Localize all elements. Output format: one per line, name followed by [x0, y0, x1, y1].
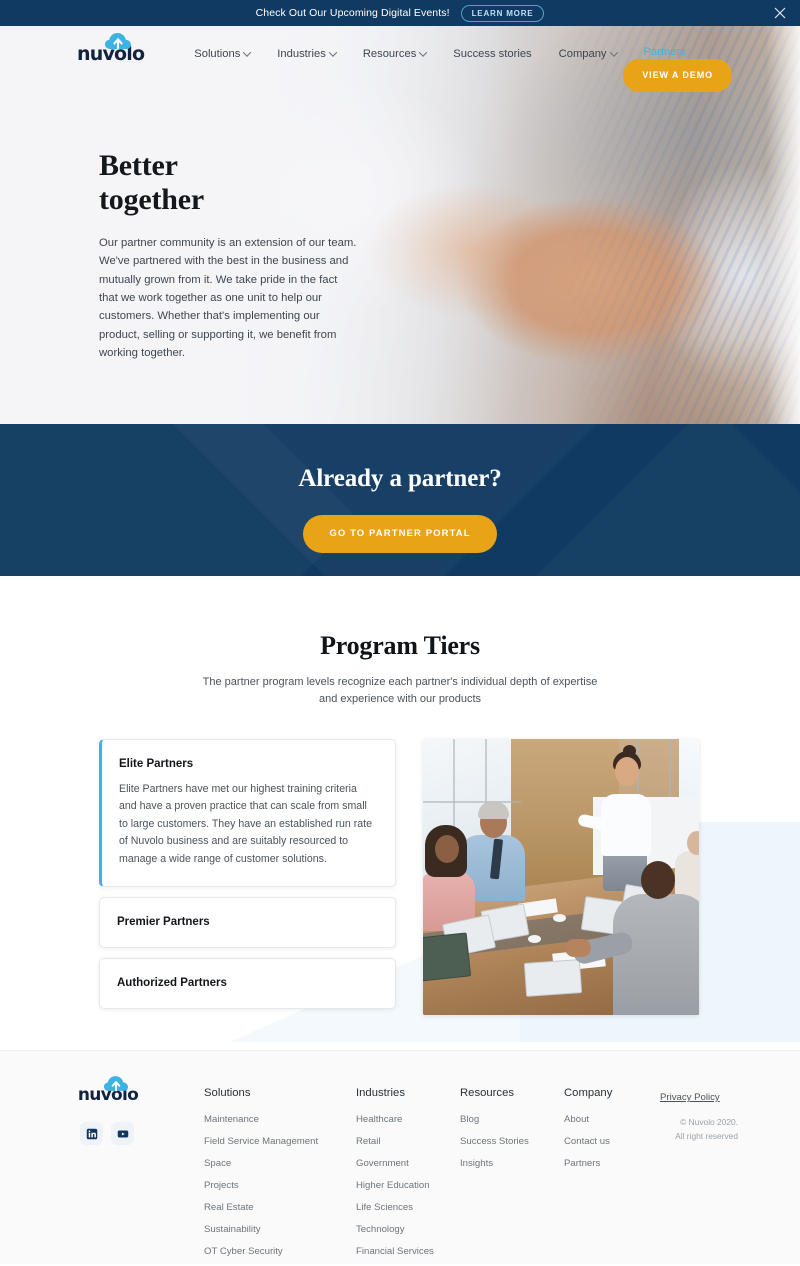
footer-link[interactable]: Blog: [460, 1114, 564, 1125]
copyright-line-1: © Nuvolo 2020.: [680, 1117, 738, 1127]
footer-link[interactable]: Higher Education: [356, 1180, 460, 1191]
accordion-item-premier-partners[interactable]: Premier Partners: [99, 896, 396, 948]
cloud-upload-icon: [104, 1076, 128, 1097]
announcement-text: Check Out Our Upcoming Digital Events!: [255, 7, 450, 19]
program-tiers-subtitle: The partner program levels recognize eac…: [202, 676, 598, 706]
footer-link[interactable]: Technology: [356, 1224, 460, 1235]
hero-body-text: Our partner community is an extension of…: [99, 237, 357, 359]
nav-item-label: Resources: [362, 48, 417, 60]
hero-right-fade: [766, 26, 800, 424]
tiers-header: Program Tiers The partner program levels…: [0, 576, 800, 709]
footer-social-links: [80, 1122, 158, 1145]
privacy-policy-link[interactable]: Privacy Policy: [660, 1092, 720, 1103]
tiers-accordion: Elite Partners Elite Partners have met o…: [99, 738, 396, 1019]
copyright-text: © Nuvolo 2020. All right reserved: [660, 1116, 738, 1144]
footer-column-resources: Resources Blog Success Stories Insights: [460, 1087, 564, 1266]
nav-item-label: Company: [558, 48, 607, 60]
go-to-partner-portal-button[interactable]: GO TO PARTNER PORTAL: [303, 515, 497, 553]
accordion-title: Premier Partners: [117, 915, 210, 928]
chevron-down-icon: [419, 48, 428, 57]
chevron-down-icon: [328, 48, 338, 57]
footer-link[interactable]: Field Service Management: [204, 1136, 356, 1147]
footer-link[interactable]: Real Estate: [204, 1202, 356, 1213]
footer-brand: nuvolo: [78, 1076, 158, 1145]
footer-column-solutions: Solutions Maintenance Field Service Mana…: [204, 1087, 356, 1266]
site-footer: nuvolo Solutions Maintenance Field Servi…: [0, 1050, 800, 1264]
accordion-item-authorized-partners[interactable]: Authorized Partners: [99, 957, 396, 1009]
hero-title: Better together: [99, 149, 357, 216]
footer-link[interactable]: Maintenance: [204, 1114, 356, 1125]
hero-title-line-2: together: [99, 182, 205, 216]
accordion-title: Authorized Partners: [117, 976, 227, 989]
footer-link[interactable]: OT Cyber Security: [204, 1246, 356, 1257]
conference-room-meeting-image: [423, 738, 699, 1015]
close-icon[interactable]: [772, 5, 788, 21]
already-a-partner-band: Already a partner? GO TO PARTNER PORTAL: [0, 424, 800, 576]
nav-links: Solutions Industries Resources Success s…: [194, 46, 686, 62]
announcement-learn-more-button[interactable]: LEARN MORE: [460, 4, 545, 22]
copyright-line-2: All right reserved: [675, 1130, 738, 1141]
cloud-upload-icon: [105, 32, 131, 55]
nav-item-solutions[interactable]: Solutions: [194, 48, 252, 60]
footer-link[interactable]: Government: [356, 1158, 460, 1169]
main-navigation: nuvolo Solutions Industries Resources Su…: [0, 26, 800, 92]
footer-link[interactable]: Insights: [460, 1158, 564, 1169]
footer-column-heading: Company: [564, 1087, 613, 1099]
view-a-demo-button[interactable]: VIEW A DEMO: [623, 59, 732, 92]
hero-copy: Better together Our partner community is…: [99, 149, 357, 362]
band-title: Already a partner?: [298, 465, 502, 492]
footer-link[interactable]: Sustainability: [204, 1224, 356, 1235]
footer-column-heading: Solutions: [204, 1087, 251, 1099]
footer-link[interactable]: Life Sciences: [356, 1202, 460, 1213]
footer-link[interactable]: Retail: [356, 1136, 460, 1147]
footer-logo[interactable]: nuvolo: [78, 1076, 139, 1104]
announcement-bar: Check Out Our Upcoming Digital Events! L…: [0, 0, 800, 26]
program-tiers-section: Program Tiers The partner program levels…: [0, 576, 800, 1050]
page-root: Check Out Our Upcoming Digital Events! L…: [0, 0, 800, 1266]
nav-item-label: Success stories: [453, 48, 532, 60]
footer-column-industries: Industries Healthcare Retail Government …: [356, 1087, 460, 1266]
youtube-icon[interactable]: [111, 1122, 134, 1145]
nav-item-company[interactable]: Company: [558, 48, 618, 60]
footer-column-heading: Resources: [460, 1087, 514, 1099]
nav-item-success-stories[interactable]: Success stories: [453, 48, 531, 60]
footer-link[interactable]: Projects: [204, 1180, 356, 1191]
nav-item-industries[interactable]: Industries: [277, 48, 338, 60]
program-tiers-title: Program Tiers: [320, 631, 480, 660]
accordion-body: Elite Partners have met our highest trai…: [119, 782, 373, 866]
footer-legal: Privacy Policy © Nuvolo 2020. All right …: [660, 1087, 780, 1144]
tiers-body: Elite Partners Elite Partners have met o…: [0, 738, 800, 1019]
footer-column-heading: Industries: [356, 1087, 405, 1099]
nav-item-label: Industries: [277, 48, 326, 60]
footer-link[interactable]: Contact us: [564, 1136, 664, 1147]
accordion-title: Elite Partners: [119, 757, 194, 770]
hero-section: nuvolo Solutions Industries Resources Su…: [0, 26, 800, 424]
footer-link[interactable]: Success Stories: [460, 1136, 564, 1147]
footer-link-columns: Solutions Maintenance Field Service Mana…: [204, 1087, 664, 1266]
footer-link[interactable]: Healthcare: [356, 1114, 460, 1125]
footer-link[interactable]: Partners: [564, 1158, 664, 1169]
footer-link[interactable]: Financial Services: [356, 1246, 460, 1257]
footer-link[interactable]: Space: [204, 1158, 356, 1169]
footer-link[interactable]: About: [564, 1114, 664, 1125]
nav-item-label: Solutions: [194, 48, 241, 60]
chevron-down-icon: [609, 48, 618, 57]
nav-item-resources[interactable]: Resources: [362, 48, 428, 60]
chevron-down-icon: [243, 48, 252, 57]
footer-column-company: Company About Contact us Partners: [564, 1087, 664, 1266]
accordion-item-elite-partners[interactable]: Elite Partners Elite Partners have met o…: [99, 738, 396, 887]
linkedin-icon[interactable]: [80, 1122, 103, 1145]
site-logo[interactable]: nuvolo: [77, 32, 145, 64]
hero-title-line-1: Better: [99, 149, 178, 182]
